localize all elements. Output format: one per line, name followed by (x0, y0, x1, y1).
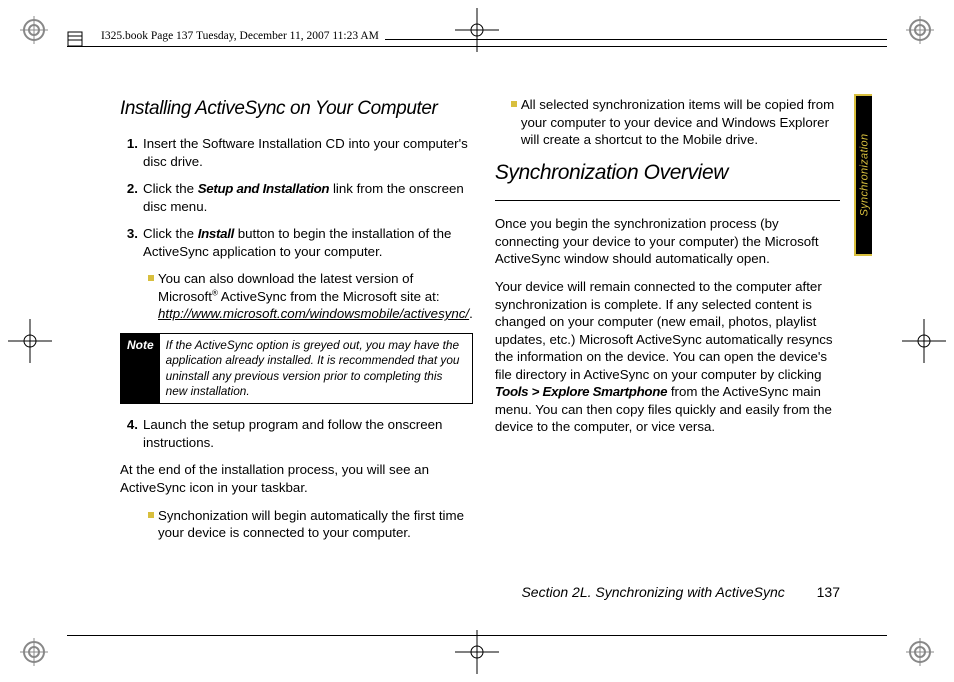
page-footer: Section 2L. Synchronizing with ActiveSyn… (120, 584, 840, 600)
menu-link-label: Setup and Installation (198, 181, 330, 196)
activesync-url: http://www.microsoft.com/windowsmobile/a… (158, 306, 469, 321)
list-item: 1. Insert the Software Installation CD i… (120, 135, 473, 170)
body-paragraph: Once you begin the synchronization proce… (495, 215, 840, 268)
footer-page-number: 137 (817, 584, 840, 600)
note-box: Note If the ActiveSync option is greyed … (120, 333, 473, 404)
top-rule (67, 46, 887, 47)
section-heading-install: Installing ActiveSync on Your Computer (120, 96, 473, 121)
heading-rule (495, 200, 840, 201)
note-text: If the ActiveSync option is greyed out, … (160, 334, 472, 403)
reg-mark-icon (20, 638, 48, 666)
menu-path-label: Tools > Explore Smartphone (495, 384, 667, 399)
note-label: Note (121, 334, 160, 403)
install-button-label: Install (198, 226, 234, 241)
list-item: 3. Click the Install button to begin the… (120, 225, 473, 260)
crop-cross-icon (8, 319, 52, 363)
footer-section: Section 2L. Synchronizing with ActiveSyn… (521, 584, 784, 600)
bullet-square-icon (511, 101, 517, 107)
reg-mark-icon (906, 16, 934, 44)
list-item: 2. Click the Setup and Installation link… (120, 180, 473, 215)
bullet-square-icon (148, 512, 154, 518)
reg-mark-icon (906, 638, 934, 666)
right-column: All selected synchronization items will … (495, 96, 840, 552)
body-paragraph: At the end of the installation process, … (120, 461, 473, 496)
book-icon (67, 31, 83, 47)
bullet-square-icon (148, 275, 154, 281)
sub-bullet: All selected synchronization items will … (511, 96, 840, 149)
sub-bullet: Synchonization will begin automatically … (148, 507, 473, 542)
reg-mark-icon (20, 16, 48, 44)
bottom-rule (67, 635, 887, 636)
body-paragraph: Your device will remain connected to the… (495, 278, 840, 436)
sub-bullet: You can also download the latest version… (148, 270, 473, 323)
side-tab-label: Synchronization (858, 134, 870, 217)
section-heading-overview: Synchronization Overview (495, 159, 840, 187)
list-item: 4. Launch the setup program and follow t… (120, 416, 473, 451)
crop-cross-icon (455, 630, 499, 674)
crop-cross-icon (902, 319, 946, 363)
section-side-tab: Synchronization (854, 94, 872, 256)
left-column: Installing ActiveSync on Your Computer 1… (120, 96, 473, 552)
